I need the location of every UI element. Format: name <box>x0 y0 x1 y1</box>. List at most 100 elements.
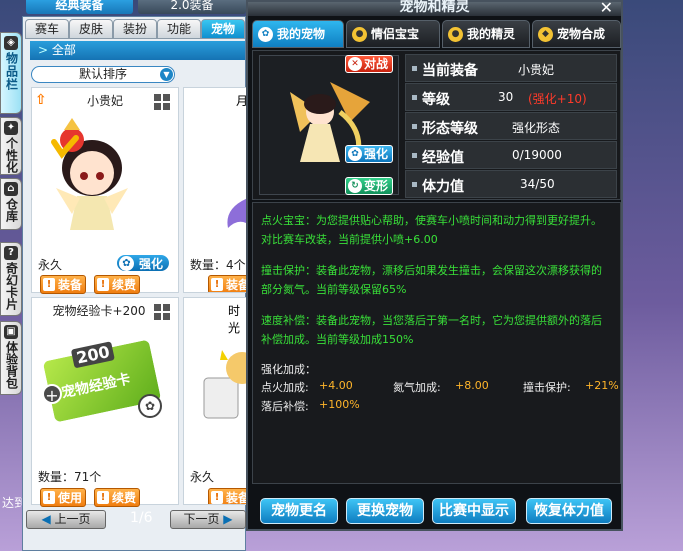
top-tab-classic[interactable]: 经典装备 <box>26 0 133 14</box>
rename-pet-button[interactable]: 宠物更名 <box>260 498 338 524</box>
enhance-tag-label: 强化 <box>364 147 389 161</box>
details-grid-icon[interactable] <box>154 94 170 110</box>
side-tab-trial-bag[interactable]: ▣ 体验背包 <box>0 321 22 395</box>
tab-my-pets[interactable]: ✿ 我的宠物 <box>252 20 344 48</box>
equip-button[interactable]: ! 装备 <box>40 275 86 294</box>
top-tab-2[interactable]: 2.0装备 <box>138 0 246 14</box>
restore-stamina-button[interactable]: 恢复体力值 <box>526 498 612 524</box>
use-button[interactable]: ! 使用 <box>40 488 86 507</box>
item-card-pet[interactable]: ⇧ 小贵妃 永久 ✿ 强化 ! 装备 ! 续费 <box>31 87 179 294</box>
battle-tag-label: 对战 <box>364 57 389 71</box>
renew-button-label: 续费 <box>112 491 137 505</box>
pet-info-area: ✕ 对战 ✿ 强化 ↻ 变形 当前装备 小贵妃 等级 30 (强化+10) 形态… <box>252 50 621 200</box>
enhance-tag[interactable]: ✿ 强化 <box>345 145 394 163</box>
row-label: 体力值 <box>422 179 464 195</box>
prev-page-label: 上一页 <box>54 512 91 526</box>
item-quantity: 数量：71个 <box>38 470 102 484</box>
chevron-left-icon: ◀ <box>41 512 51 526</box>
item-duration: 永久 <box>38 258 63 272</box>
equip-button[interactable]: ! 装备 <box>208 488 246 505</box>
exclamation-icon: ! <box>43 491 55 504</box>
details-grid-icon[interactable] <box>154 304 170 320</box>
use-button-label: 使用 <box>58 491 83 505</box>
side-tab-storage-label: 仓库 <box>4 198 19 222</box>
row-value: 30 <box>498 90 514 104</box>
next-page-button[interactable]: 下一页 ▶ <box>170 510 246 529</box>
renew-button[interactable]: ! 续费 <box>94 275 140 294</box>
show-in-race-button[interactable]: 比赛中显示 <box>432 498 516 524</box>
tab-functions[interactable]: 功能 <box>157 19 201 39</box>
paw-icon: ✿ <box>348 147 362 161</box>
side-tab-storage[interactable]: ⌂ 仓库 <box>0 178 22 230</box>
synthesis-icon: ◆ <box>538 27 553 42</box>
enhance-title: 强化加成： <box>261 363 316 376</box>
plus-icon: + <box>42 384 62 405</box>
side-tab-items-label: 物品栏 <box>4 52 19 91</box>
stat-label: 撞击保护: <box>523 381 571 394</box>
tab-couple-baby[interactable]: ● 情侣宝宝 <box>346 20 440 48</box>
top-tab-2-label: 2.0装备 <box>170 0 214 12</box>
skill-speed-compensation: 速度补偿：装备此宠物，当您落后于第一名时，它为您提供额外的落后补偿加成。当前等级… <box>261 314 602 346</box>
stat-label: 落后补偿: <box>261 400 309 413</box>
equip-button[interactable]: ! 装备 <box>208 275 246 292</box>
bag-icon: ▣ <box>4 325 18 339</box>
skill-collision-protect: 撞击保护：装备此宠物，漂移后如果发生撞击，会保留这次漂移获得的部分氮气。当前等级… <box>261 264 602 296</box>
personal-icon: ✦ <box>4 121 18 135</box>
exclamation-icon: ! <box>211 278 223 291</box>
item-duration: 永久 <box>190 470 215 484</box>
item-name: 宠物经验卡+200 <box>52 304 146 318</box>
exp-card-number: 200 <box>70 341 116 369</box>
dialog-title: 宠物和精灵 <box>399 0 470 15</box>
close-icon[interactable]: ✕ <box>600 0 613 17</box>
tab-pets[interactable]: 宠物 <box>201 19 245 39</box>
item-card-pet-3[interactable]: 时光 永久 ! 装备 <box>183 297 247 505</box>
item-card-pet-2[interactable]: 月 数量：4个 ! 装备 <box>183 87 247 293</box>
row-current-equip: 当前装备 小贵妃 <box>405 54 617 82</box>
paw-icon: ✿ <box>119 256 134 271</box>
stat-value: +100% <box>319 398 360 411</box>
page-indicator: 1/6 <box>130 510 153 526</box>
row-label: 形态等级 <box>422 121 478 137</box>
item-card-exp-card[interactable]: 宠物经验卡+200 200 宠物经验卡 + ✿ 数量：71个 ! 使用 ! 续费 <box>31 297 179 507</box>
enhance-stats-row-2: 落后补偿: +100% <box>261 396 612 415</box>
row-value: 34/50 <box>520 177 555 191</box>
dialog-titlebar: 宠物和精灵 ✕ <box>248 0 621 17</box>
tab-cars[interactable]: 赛车 <box>25 19 69 39</box>
row-value: 0/19000 <box>512 148 562 162</box>
stat-label: 氮气加成: <box>393 381 441 394</box>
transform-tag[interactable]: ↻ 变形 <box>345 177 394 195</box>
side-tab-cards[interactable]: ? 奇幻卡片 <box>0 242 22 316</box>
pet-dialog: 宠物和精灵 ✕ ✿ 我的宠物 ● 情侣宝宝 ● 我的精灵 ◆ 宠物合成 ✕ 对战… <box>246 0 623 531</box>
pagination: ◀ 上一页 1/6 下一页 ▶ <box>22 507 246 531</box>
side-tab-personal[interactable]: ✦ 个性化 <box>0 117 22 175</box>
backpack-icon: ◈ <box>4 36 18 50</box>
side-tab-trial-bag-label: 体验背包 <box>4 341 19 389</box>
side-tab-items[interactable]: ◈ 物品栏 <box>0 32 22 114</box>
row-level: 等级 30 (强化+10) <box>405 83 617 111</box>
inventory-tabs: 赛车 皮肤 装扮 功能 宠物 <box>25 19 245 39</box>
chevron-right-icon: > <box>38 43 49 57</box>
row-label: 当前装备 <box>422 63 478 79</box>
tab-skins[interactable]: 皮肤 <box>69 19 113 39</box>
exclamation-icon: ! <box>43 278 55 291</box>
tab-my-sprites[interactable]: ● 我的精灵 <box>442 20 530 48</box>
exclamation-icon: ! <box>97 491 109 504</box>
all-filter[interactable]: > 全部 <box>30 41 245 60</box>
pet-image <box>51 118 128 230</box>
side-tab-personal-label: 个性化 <box>4 137 19 173</box>
sort-dropdown[interactable]: 默认排序 ▼ <box>31 66 175 83</box>
battle-tag[interactable]: ✕ 对战 <box>345 55 394 73</box>
row-experience: 经验值 0/19000 <box>405 141 617 169</box>
stat-value: +21% <box>585 379 619 392</box>
bullet-icon <box>412 153 417 158</box>
refresh-icon: ↻ <box>348 179 362 193</box>
renew-button[interactable]: ! 续费 <box>94 488 140 507</box>
change-pet-button[interactable]: 更换宠物 <box>346 498 424 524</box>
tab-pet-synthesis[interactable]: ◆ 宠物合成 <box>532 20 621 48</box>
row-label: 等级 <box>422 92 450 108</box>
prev-page-button[interactable]: ◀ 上一页 <box>26 510 106 529</box>
sort-dropdown-label: 默认排序 <box>78 67 127 81</box>
equip-button-label: 装备 <box>226 491 246 505</box>
tab-outfits[interactable]: 装扮 <box>113 19 157 39</box>
dialog-tabs: ✿ 我的宠物 ● 情侣宝宝 ● 我的精灵 ◆ 宠物合成 <box>252 18 621 48</box>
